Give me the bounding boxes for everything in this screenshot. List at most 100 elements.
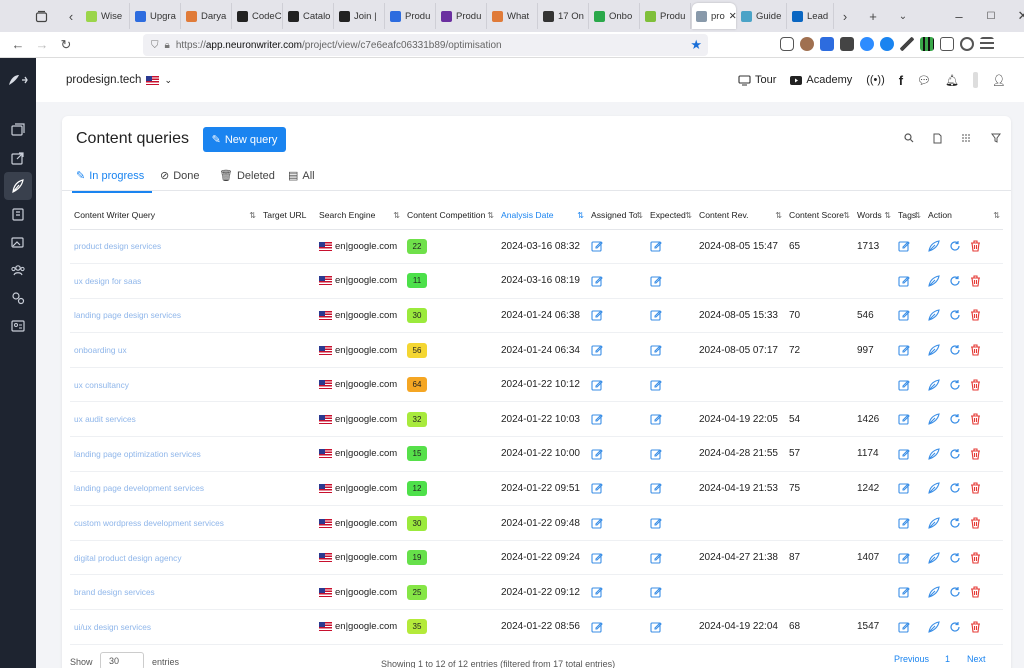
menu-icon[interactable]: [980, 37, 994, 51]
column-header[interactable]: Content Writer Query ⇅: [70, 202, 259, 230]
tags-edit-icon[interactable]: [898, 413, 910, 425]
column-header[interactable]: Tags ⇅: [894, 202, 924, 230]
close-tab-icon[interactable]: ✕: [729, 11, 736, 22]
sidebar-item-integrations-icon[interactable]: [0, 284, 36, 312]
browser-tab[interactable]: Join |: [335, 3, 385, 29]
refresh-icon[interactable]: [949, 275, 961, 287]
facebook-icon[interactable]: f: [899, 73, 903, 88]
reload-icon[interactable]: ↻: [54, 34, 78, 56]
delete-icon[interactable]: [970, 275, 981, 287]
delete-icon[interactable]: [970, 379, 981, 391]
expected-edit-icon[interactable]: [650, 275, 662, 287]
browser-tab[interactable]: Upgra: [131, 3, 181, 29]
tab-deleted[interactable]: 🗑︎ Deleted: [219, 169, 275, 183]
browser-tab[interactable]: Onbo: [590, 3, 640, 29]
sidebar-item-projects-icon[interactable]: [0, 116, 36, 144]
tags-edit-icon[interactable]: [898, 482, 910, 495]
open-editor-icon[interactable]: [928, 551, 940, 564]
column-header[interactable]: Content Score ⇅: [785, 202, 853, 230]
settings-gear-icon[interactable]: [960, 37, 974, 51]
bell-icon[interactable]: 🔔︎: [945, 74, 959, 87]
refresh-icon[interactable]: [949, 517, 961, 529]
column-header[interactable]: Assigned To ⇅: [587, 202, 646, 230]
browser-tab[interactable]: CodeC: [233, 3, 283, 29]
logo-collapse-icon[interactable]: [0, 58, 36, 102]
expected-edit-icon[interactable]: [650, 621, 662, 633]
new-query-button[interactable]: ✎ New query: [203, 127, 286, 152]
tags-edit-icon[interactable]: [898, 379, 910, 391]
address-bar[interactable]: ⛉ 🔒︎ https://app.neuronwriter.com/projec…: [143, 34, 708, 56]
assign-edit-icon[interactable]: [591, 517, 603, 529]
open-editor-icon[interactable]: [928, 586, 940, 599]
assign-edit-icon[interactable]: [591, 379, 603, 391]
column-header[interactable]: Analysis Date ⇅: [497, 202, 587, 230]
tags-edit-icon[interactable]: [898, 621, 910, 633]
tags-edit-icon[interactable]: [898, 309, 910, 322]
assign-edit-icon[interactable]: [591, 448, 603, 460]
refresh-icon[interactable]: [949, 586, 961, 598]
browser-tab[interactable]: Produ: [437, 3, 487, 29]
query-link[interactable]: brand design services: [70, 574, 259, 611]
sidebar-item-contacts-icon[interactable]: [0, 312, 36, 340]
tags-edit-icon[interactable]: [898, 586, 910, 598]
open-editor-icon[interactable]: [928, 309, 940, 322]
refresh-icon[interactable]: [949, 309, 961, 321]
browser-tab[interactable]: Catalo: [284, 3, 334, 29]
sidebar-item-content-icon[interactable]: [4, 172, 32, 200]
bookmark-star-icon[interactable]: ★: [690, 37, 702, 53]
project-selector[interactable]: prodesign.tech ⌄: [66, 74, 172, 86]
assign-edit-icon[interactable]: [591, 275, 603, 287]
extension-screen-icon[interactable]: [840, 37, 854, 51]
refresh-icon[interactable]: [949, 621, 961, 633]
refresh-icon[interactable]: [949, 379, 961, 391]
expected-edit-icon[interactable]: [650, 586, 662, 598]
open-editor-icon[interactable]: [928, 448, 940, 460]
query-link[interactable]: ux design for saas: [70, 263, 259, 299]
delete-icon[interactable]: [970, 621, 981, 633]
query-link[interactable]: ux consultancy: [70, 367, 259, 403]
expected-edit-icon[interactable]: [650, 413, 662, 425]
query-link[interactable]: digital product design agency: [70, 540, 259, 576]
tab-overview-icon[interactable]: [30, 5, 52, 27]
sidebar-item-clipboard-icon[interactable]: [0, 200, 36, 228]
next-button[interactable]: Next: [967, 654, 986, 664]
minimize-icon[interactable]: –: [948, 5, 970, 27]
column-header[interactable]: Search Engine ⇅: [315, 202, 403, 230]
extensions-puzzle-icon[interactable]: [940, 37, 954, 51]
avatar[interactable]: [800, 37, 814, 51]
tour-button[interactable]: Tour: [738, 74, 776, 86]
expected-edit-icon[interactable]: [650, 448, 662, 460]
assign-edit-icon[interactable]: [591, 586, 603, 598]
assign-edit-icon[interactable]: [591, 621, 603, 633]
browser-tab[interactable]: Lead: [788, 3, 834, 29]
column-header[interactable]: Action ⇅: [924, 202, 1003, 230]
tags-edit-icon[interactable]: [898, 240, 910, 252]
refresh-icon[interactable]: [949, 552, 961, 564]
tab-scroll-left-icon[interactable]: ‹: [60, 5, 82, 27]
query-link[interactable]: landing page optimization services: [70, 436, 259, 472]
query-link[interactable]: ui/ux design services: [70, 609, 259, 645]
query-link[interactable]: product design services: [70, 229, 259, 265]
column-header[interactable]: Content Competition ⇅: [403, 202, 497, 230]
assign-edit-icon[interactable]: [591, 344, 603, 356]
extension-s-icon[interactable]: [820, 37, 834, 51]
expected-edit-icon[interactable]: [650, 482, 662, 495]
tab-list-icon[interactable]: ⌄: [892, 5, 914, 27]
browser-tab[interactable]: pro ✕: [692, 3, 736, 29]
columns-icon[interactable]: [961, 133, 972, 147]
open-editor-icon[interactable]: [928, 378, 940, 391]
extension-circle-icon[interactable]: [880, 37, 894, 51]
new-tab-icon[interactable]: +: [862, 5, 884, 27]
refresh-icon[interactable]: [949, 413, 961, 425]
delete-icon[interactable]: [970, 552, 981, 564]
tab-in-progress[interactable]: ✎ In progress: [71, 169, 153, 193]
tags-edit-icon[interactable]: [898, 448, 910, 460]
assign-edit-icon[interactable]: [591, 309, 603, 322]
query-link[interactable]: custom wordpress development services: [70, 505, 259, 541]
query-link[interactable]: ux audit services: [70, 401, 259, 438]
delete-icon[interactable]: [970, 413, 981, 425]
search-icon[interactable]: [904, 133, 914, 147]
expected-edit-icon[interactable]: [650, 309, 662, 322]
previous-button[interactable]: Previous: [894, 654, 929, 664]
assign-edit-icon[interactable]: [591, 413, 603, 425]
